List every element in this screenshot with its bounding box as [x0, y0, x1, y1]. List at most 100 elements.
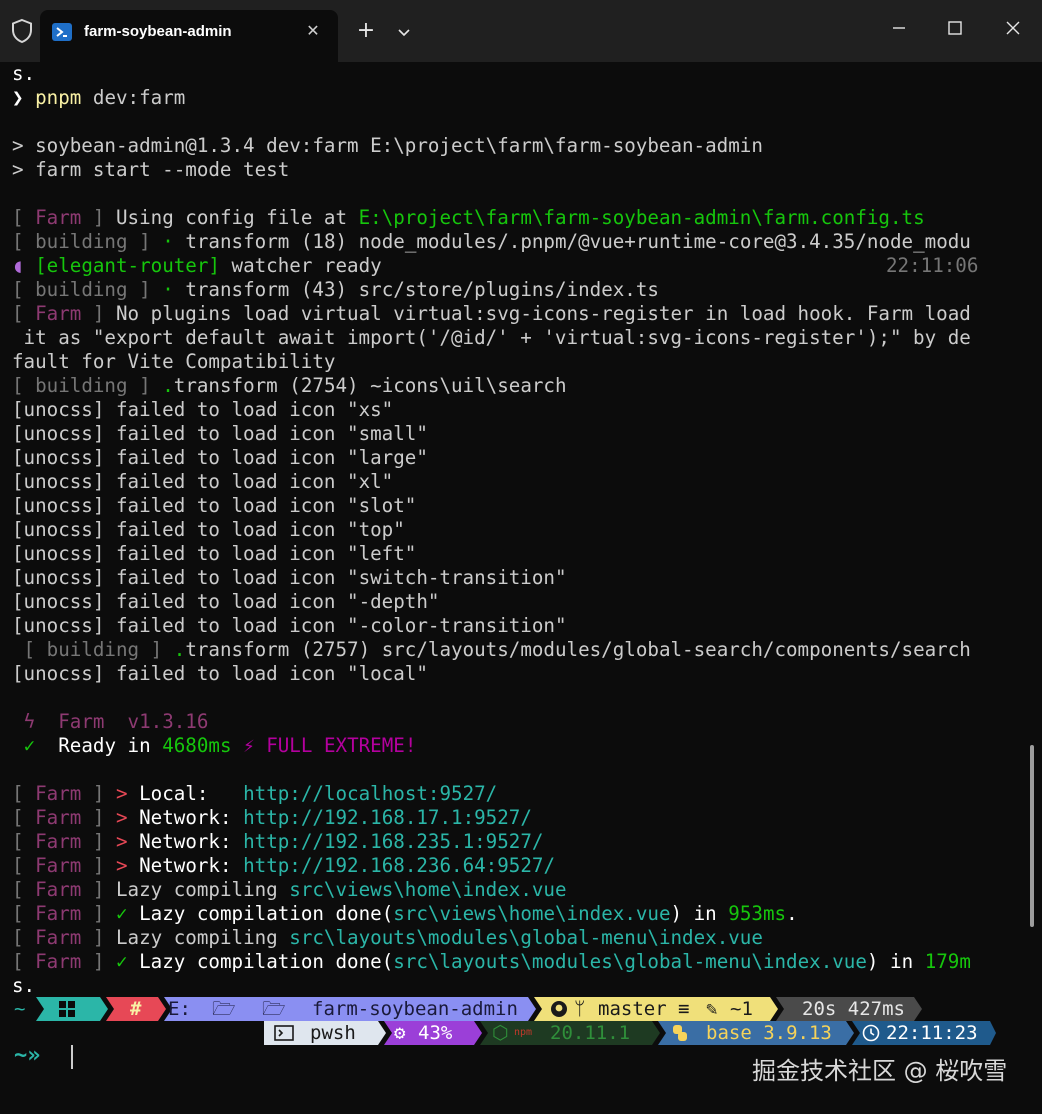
unocss-line: [unocss] failed to load icon "slot": [12, 494, 1012, 518]
building-tag: building: [35, 278, 128, 301]
network-url-link[interactable]: http://192.168.17.1:9527/: [243, 806, 532, 829]
clock-icon: [862, 1024, 880, 1042]
tab-farm-soybean-admin[interactable]: farm-soybean-admin ✕: [40, 10, 338, 62]
icon-name: "switch-transition": [347, 566, 567, 589]
minimize-icon[interactable]: [884, 16, 914, 40]
router-tag: [elegant-router]: [35, 254, 220, 277]
log-line: it as "export default await import('/@id…: [12, 326, 1012, 350]
log-text: transform (2757) src/layouts/modules/glo…: [185, 638, 971, 661]
farm-tag: Farm: [35, 902, 82, 925]
icon-name: "small": [347, 422, 428, 445]
folder-open-icon: 🗁: [212, 998, 236, 1020]
output-line: s.: [12, 62, 1012, 86]
output-line: > soybean-admin@1.3.4 dev:farm E:\projec…: [12, 134, 1012, 158]
network-url-link[interactable]: http://192.168.235.1:9527/: [243, 830, 543, 853]
unocss-line: [unocss] failed to load icon "large": [12, 446, 1012, 470]
close-tab-icon[interactable]: ✕: [304, 22, 322, 40]
icon-name: "large": [347, 446, 428, 469]
log-text: transform (2754) ~icons\uil\search: [173, 374, 567, 397]
log-text: ) in: [670, 902, 729, 925]
edit-icon: ✎: [706, 998, 718, 1020]
config-path: E:\project\farm\farm-soybean-admin\farm.…: [358, 206, 925, 229]
terminal-output[interactable]: s. ❯ pnpm dev:farm > soybean-admin@1.3.4…: [12, 62, 1012, 1112]
log-text: watcher ready: [219, 254, 382, 277]
arrow: >: [116, 830, 128, 853]
cpu-usage: 43%: [418, 1022, 453, 1044]
output-text: > farm start --mode test: [12, 158, 290, 181]
server-line: [ Farm ] > Network: http://192.168.17.1:…: [12, 806, 532, 829]
unocss-line: [unocss] failed to load icon "small": [12, 422, 1012, 446]
git-branch: master ≡: [598, 998, 690, 1020]
log-text: it as "export default await import('/@id…: [12, 326, 971, 349]
maximize-icon[interactable]: [940, 16, 970, 40]
building-tag: building: [35, 230, 128, 253]
prompt-chevron: ❯: [12, 86, 24, 109]
log-text: fault for Vite Compatibility: [12, 350, 336, 373]
log-text: [unocss] failed to load icon: [12, 446, 348, 469]
unocss-line: [unocss] failed to load icon "switch-tra…: [12, 566, 1012, 590]
unocss-line: [unocss] failed to load icon "-color-tra…: [12, 614, 1012, 638]
chevron-down-icon[interactable]: [392, 20, 416, 44]
log-text: ) in: [866, 950, 925, 973]
timestamp: 22:11:06: [886, 254, 979, 277]
icon-name: "-depth": [347, 590, 440, 613]
duration: 179m: [924, 950, 971, 973]
icon-name: "local": [347, 662, 428, 685]
network-url-link[interactable]: http://192.168.236.64:9527/: [243, 854, 555, 877]
check-icon: ✓: [116, 902, 128, 925]
close-window-icon[interactable]: [998, 16, 1028, 40]
unocss-line: [unocss] failed to load icon "local": [12, 662, 1012, 686]
icon-name: "left": [347, 542, 417, 565]
farm-tag: Farm: [35, 206, 82, 229]
unocss-line: [unocss] failed to load icon "xl": [12, 470, 1012, 494]
log-text: Lazy compilation done(: [139, 902, 394, 925]
log-line: fault for Vite Compatibility: [12, 350, 1012, 374]
text-cursor[interactable]: [71, 1045, 73, 1069]
server-line: [ Farm ] > Network: http://192.168.236.6…: [12, 854, 555, 877]
shield-icon[interactable]: [10, 18, 34, 44]
log-text: [unocss] failed to load icon: [12, 398, 348, 421]
network-label: Network:: [139, 806, 244, 829]
farm-tag: Farm: [35, 782, 82, 805]
command-args: dev:farm: [81, 86, 186, 109]
lazy-line: [ Farm ] ✓ Lazy compilation done(src\vie…: [12, 902, 798, 925]
lightning-icon: ⚡: [243, 734, 255, 757]
ready-text: Ready in: [58, 734, 163, 757]
lazy-line: [ Farm ] Lazy compiling src\layouts\modu…: [12, 926, 763, 949]
log-line: [ Farm ] Using config file at E:\project…: [12, 206, 925, 229]
duration: 953ms: [728, 902, 787, 925]
command-line: ❯ pnpm dev:farm: [12, 86, 1012, 110]
arrow: >: [116, 854, 128, 877]
new-tab-button[interactable]: +: [352, 18, 380, 46]
drive-label: E:: [168, 998, 191, 1020]
farm-tag: Farm: [35, 926, 82, 949]
scrollbar[interactable]: [1030, 745, 1034, 927]
unocss-line: [unocss] failed to load icon "xs": [12, 398, 1012, 422]
log-text: [unocss] failed to load icon: [12, 518, 348, 541]
log-text: No plugins load virtual virtual:svg-icon…: [116, 302, 971, 325]
powershell-icon: [52, 23, 72, 41]
command-name: pnpm: [35, 86, 82, 109]
file-path: src\layouts\modules\global-menu\index.vu…: [393, 950, 867, 973]
icon-name: "xl": [347, 470, 394, 493]
icon-name: "top": [347, 518, 405, 541]
log-line: [ building ] · transform (43) src/store/…: [12, 278, 659, 301]
log-line: [ building ] · transform (18) node_modul…: [12, 230, 971, 253]
log-line: [ building ] .transform (2754) ~icons\ui…: [12, 374, 567, 397]
log-text: transform (43) src/store/plugins/index.t…: [185, 278, 659, 301]
log-text: [unocss] failed to load icon: [12, 662, 348, 685]
output-line: > farm start --mode test: [12, 158, 1012, 182]
log-text: [unocss] failed to load icon: [12, 566, 348, 589]
log-text: [unocss] failed to load icon: [12, 494, 348, 517]
farm-version-line: ϟ Farm v1.3.16: [12, 710, 1012, 734]
local-url-link[interactable]: http://localhost:9527/: [243, 782, 497, 805]
node-version: 20.11.1: [550, 1022, 631, 1044]
network-label: Network:: [139, 854, 244, 877]
output-text: > soybean-admin@1.3.4 dev:farm E:\projec…: [12, 134, 763, 157]
ready-time: 4680ms: [162, 734, 232, 757]
log-text: Lazy compiling: [116, 878, 290, 901]
